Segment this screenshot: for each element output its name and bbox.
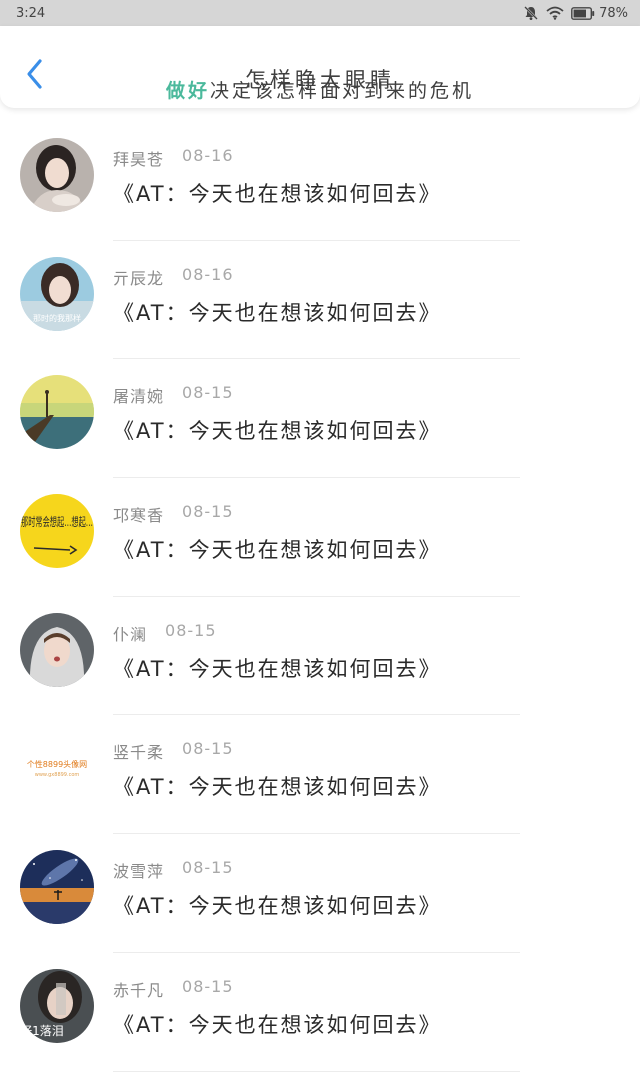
list-item[interactable]: 那时的我那样 亓辰龙 08-16 《AT：今天也在想该如何回去》 [0,241,640,360]
divider [113,1070,520,1072]
avatar[interactable] [20,850,94,925]
comment-text: 《AT：今天也在想该如何回去》 [113,300,442,325]
wifi-icon [546,6,564,20]
user-name[interactable]: 屠清婉 [113,383,164,407]
galaxy-night-icon [20,850,94,925]
battery-indicator: 78% [571,6,628,21]
girl-crying-icon: 好1落泪 [20,968,94,1043]
comment-meta: 屠清婉 08-15 [113,383,234,407]
user-name[interactable]: 亓辰龙 [113,265,164,289]
avatar[interactable]: 那时的我那样 [20,256,94,331]
user-name[interactable]: 波雪萍 [113,858,164,882]
user-name[interactable]: 仆澜 [113,621,147,645]
status-bar: 3:24 78% [0,0,640,26]
comment-text: 《AT：今天也在想该如何回去》 [113,182,442,206]
comment-date: 08-15 [182,858,234,878]
comment-date: 08-16 [182,264,234,284]
list-item[interactable]: 屠清婉 08-15 《AT：今天也在想该如何回去》 [0,359,640,479]
subtitle-accent: 做好 [165,80,210,102]
avatar-caption: 个性8899头像网 [27,759,87,769]
list-item[interactable]: 仆澜 08-15 《AT：今天也在想该如何回去》 [0,597,640,716]
avatar-url: www.gx8899.com [35,772,80,778]
girl-portrait-icon [20,138,94,212]
comment-text: 《AT：今天也在想该如何回去》 [113,1012,442,1037]
comment-date: 08-15 [182,502,234,522]
comment-meta: 仆澜 08-15 [113,621,217,645]
comment-date: 08-15 [165,620,217,640]
user-name[interactable]: 赤千凡 [113,977,164,1001]
status-icons: 78% [523,5,628,21]
comment-meta: 竖千柔 08-15 [113,739,234,763]
list-item[interactable]: 拜昊苍 08-16 《AT：今天也在想该如何回去》 [0,122,640,241]
mute-bell-icon [523,5,539,21]
avatar[interactable] [20,138,94,212]
girl-selfie-icon: 那时的我那样 [20,256,94,331]
page-subtitle: 做好决定该怎样面对到来的危机 [0,76,640,103]
status-time: 3:24 [16,5,46,21]
comment-meta: 邛寒香 08-15 [113,502,234,526]
comment-meta: 亓辰龙 08-16 [113,265,234,289]
avatar[interactable]: 那时常会想起…想起… [20,494,94,569]
list-item[interactable]: 波雪萍 08-15 《AT：今天也在想该如何回去》 [0,834,640,953]
comment-date: 08-15 [182,383,234,403]
comment-text: 《AT：今天也在想该如何回去》 [113,775,442,800]
list-item[interactable]: 个性8899头像网 www.gx8899.com 竖千柔 08-15 《AT：今… [0,715,640,835]
yellow-text-icon: 那时常会想起…想起… [20,494,94,569]
comment-text: 《AT：今天也在想该如何回去》 [113,656,442,681]
user-name[interactable]: 竖千柔 [113,739,164,763]
pier-sunset-icon [20,375,94,450]
comment-meta: 波雪萍 08-15 [113,858,234,882]
comment-date: 08-15 [182,976,234,996]
user-name[interactable]: 拜昊苍 [113,146,164,170]
watermark-logo-icon: 个性8899头像网 www.gx8899.com [20,731,94,806]
battery-icon [571,6,595,20]
list-item[interactable]: 好1落泪 赤千凡 08-15 《AT：今天也在想该如何回去》 [0,953,640,1072]
comment-meta: 赤千凡 08-15 [113,977,234,1001]
user-name[interactable]: 邛寒香 [113,502,164,526]
avatar[interactable]: 好1落泪 [20,968,94,1043]
subtitle-text: 决定该怎样面对到来的危机 [210,80,475,102]
avatar-caption: 那时常会想起…想起… [21,514,93,529]
avatar-caption: 好1落泪 [20,1024,64,1038]
battery-percent: 78% [599,5,628,21]
avatar[interactable]: 个性8899头像网 www.gx8899.com [20,731,94,806]
comment-date: 08-15 [182,739,234,759]
avatar-caption: 那时的我那样 [33,313,81,323]
comment-list: 拜昊苍 08-16 《AT：今天也在想该如何回去》 那时的我那样 亓辰龙 08-… [0,122,640,1072]
comment-text: 《AT：今天也在想该如何回去》 [113,538,442,563]
comment-meta: 拜昊苍 08-16 [113,146,234,170]
comment-text: 《AT：今天也在想该如何回去》 [113,894,442,919]
avatar[interactable] [20,375,94,450]
avatar[interactable] [20,612,94,687]
comment-text: 《AT：今天也在想该如何回去》 [113,419,442,444]
comment-date: 08-16 [182,146,234,165]
list-item[interactable]: 那时常会想起…想起… 邛寒香 08-15 《AT：今天也在想该如何回去》 [0,478,640,597]
girl-hoodie-icon [20,612,94,687]
